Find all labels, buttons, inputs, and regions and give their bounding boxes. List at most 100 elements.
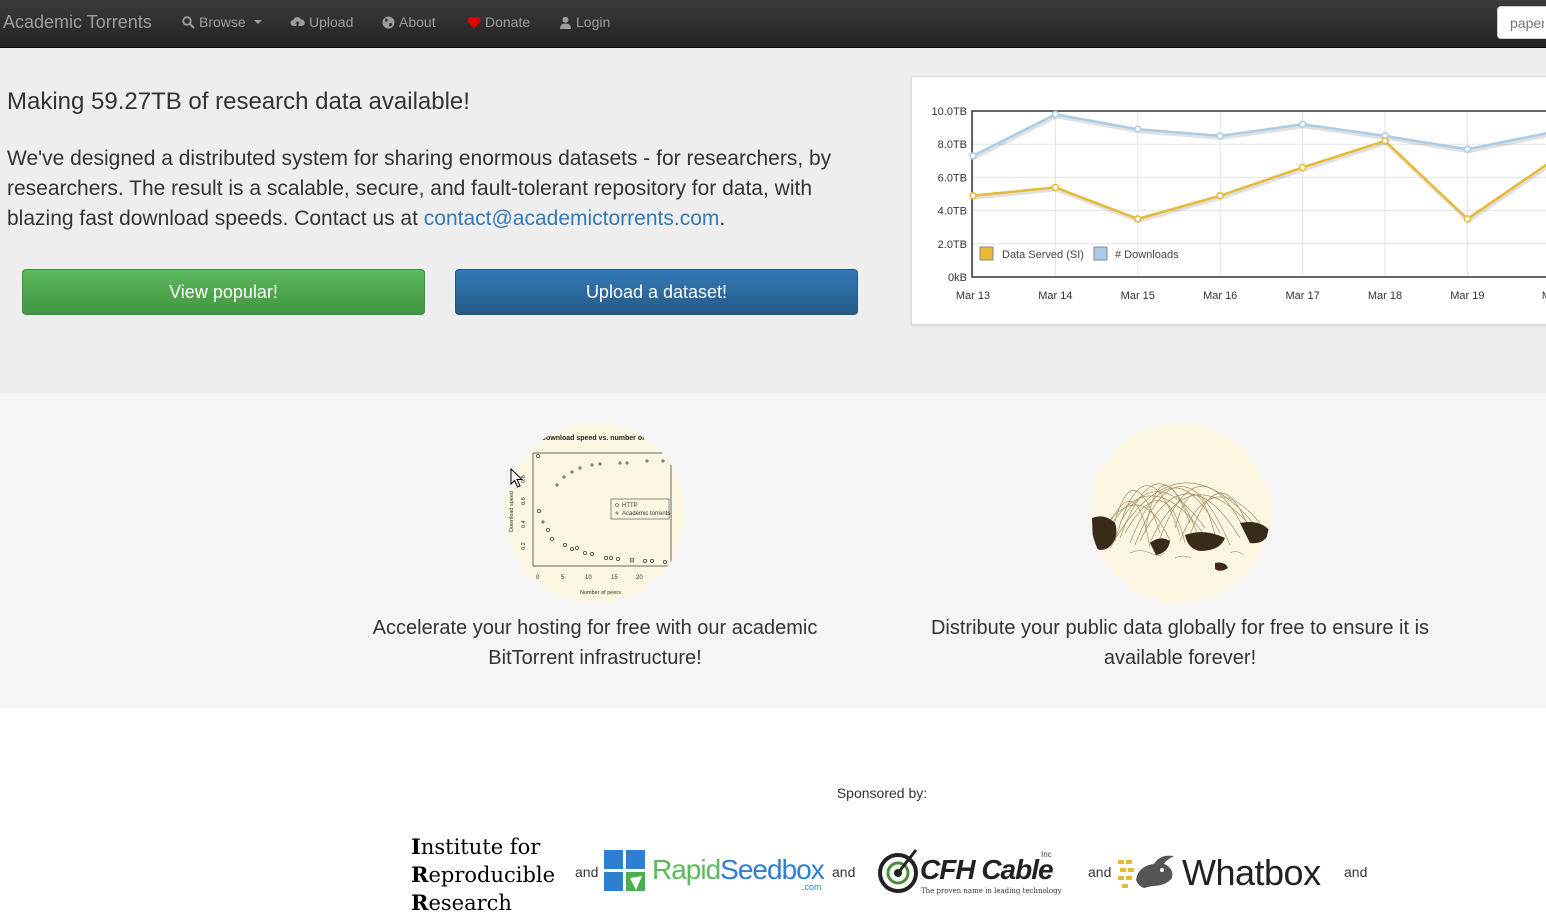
and-separator: and [1088,864,1112,880]
chart-y-tick-label: 0kB [948,272,967,284]
nav-upload[interactable]: Upload [290,14,353,30]
rapidseedbox-logo[interactable]: RapidSeedbox .com [602,848,827,898]
cfh-swirl-icon [878,849,918,893]
nav-about[interactable]: About [382,14,436,30]
whatbox-text: Whatbox [1182,852,1321,893]
chart-data-point [1051,183,1060,192]
mouse-cursor-icon [510,468,524,488]
cfh-tagline: The proven name in leading technology [921,887,1062,895]
hero-headline: Making 59.27TB of research data availabl… [7,88,470,115]
chart-y-tick-label: 8.0TB [938,139,967,151]
stats-chart: 10.0TB 8.0TB 6.0TB 4.0TB 2.0TB 0kB Mar 13 Mar 1… [932,106,1546,302]
chart-x-tick-label: Mar 16 [1203,290,1237,302]
chart-y-tick-label: 2.0TB [938,239,967,251]
chart-x-tick-label: Mar 19 [1450,290,1484,302]
download-speed-plot: Download speed vs. number of HTTP Academ… [509,435,672,596]
whatbox-rabbit-icon [1118,855,1174,888]
chart-x-tick-label: Mar 13 [956,290,990,302]
chart-data-point [969,191,977,200]
irr-logo[interactable]: Institute for Reproducible Research [411,833,555,917]
irr-line-3: esearch [428,891,512,915]
plot-ytick-1: 0.4 [521,520,527,528]
cloud-upload-icon [290,17,305,27]
nav-browse-label: Browse [199,14,246,30]
chart-legend-swatch [1093,246,1108,261]
chart-data-point [1381,137,1389,145]
download-speed-plot-image: Download speed vs. number of HTTP Academ… [505,423,685,603]
plot-ytick-0: 0.2 [521,542,527,550]
nav-about-label: About [399,14,436,30]
view-popular-button[interactable]: View popular! [22,269,425,315]
chart-legend-swatch [979,246,994,261]
plot-xlabel: Number of peers [580,590,621,596]
irr-initial-3: R [411,890,429,915]
plot-xtick-3: 15 [611,575,618,581]
chart-series-line [972,139,1546,221]
chart-data-point [1216,132,1224,140]
nav-login-label: Login [576,14,611,30]
irr-initial-1: I [411,834,421,859]
user-icon [560,16,571,29]
and-separator: and [575,864,599,880]
plot-xtick-0: 0 [536,575,540,581]
chart-x-tick-label: Mar 15 [1121,290,1155,302]
rapidseedbox-text-com: .com [802,882,822,892]
chart-y-tick-label: 10.0TB [932,106,967,118]
upload-dataset-button[interactable]: Upload a dataset! [455,269,858,315]
plot-xtick-2: 10 [585,575,592,581]
heart-icon [467,16,481,28]
chart-legend-label: # Downloads [1115,249,1179,261]
cfh-inc-text: Inc [1041,850,1052,859]
chart-x-tick-label: Mar 14 [1038,290,1072,302]
global-distribution-map-image [1090,423,1270,603]
chart-data-point [1216,191,1224,200]
plot-xtick-1: 5 [561,575,565,581]
chart-x-tick-label: Mar 17 [1285,290,1319,302]
chart-data-point [1463,145,1472,153]
chart-y-tick-label: 4.0TB [938,206,967,218]
plot-ytick-2: 0.6 [521,497,527,505]
global-distribution-map [1092,482,1270,571]
chart-legend-label: Data Served (SI) [1002,249,1084,261]
cfh-cable-text: CFH Cable [920,854,1054,885]
stats-chart-panel: 10.0TB 8.0TB 6.0TB 4.0TB 2.0TB 0kB Mar 13 Mar 1… [911,76,1546,325]
nav-donate[interactable]: Donate [467,14,530,30]
chart-data-point [1463,215,1472,223]
nav-login[interactable]: Login [559,14,610,30]
plot-title: Download speed vs. number of [541,435,645,442]
chart-x-tick-label: Ma [1542,290,1546,302]
chart-series-shadow [973,114,1546,160]
feature-accelerate-text: Accelerate your hosting for free with ou… [372,617,818,669]
nav-upload-label: Upload [309,14,354,30]
plot-xtick-4: 20 [636,575,643,581]
caret-down-icon [253,20,262,24]
rapidseedbox-text-rapid: Rapid [652,854,721,885]
plot-legend-http: HTTP [622,503,638,509]
chart-data-point [1134,215,1142,223]
search-input[interactable] [1497,6,1546,39]
and-separator: and [832,864,856,880]
globe-icon [382,16,395,28]
brand-link[interactable]: Academic Torrents [3,12,152,33]
navbar: Academic Torrents Browse Upload About Do… [0,0,1546,48]
plot-ylabel: Download speed [509,491,515,532]
chart-data-point [1298,120,1307,129]
hero-lead: We've designed a distributed system for … [7,144,857,234]
chart-data-point [1298,163,1307,172]
contact-email-link[interactable]: contact@academictorrents.com [424,207,720,230]
feature-distribute-text: Distribute your public data globally for… [930,617,1430,669]
whatbox-logo[interactable]: Whatbox [1116,850,1341,896]
irr-initial-2: R [411,862,429,887]
rapidseedbox-text-seedbox: Seedbox [720,854,825,885]
nav-donate-label: Donate [485,14,531,30]
chart-x-tick-label: Mar 18 [1368,290,1402,302]
plot-legend-at: Academic torrents [622,511,670,517]
chart-y-tick-label: 6.0TB [938,172,967,184]
nav-browse[interactable]: Browse [182,14,262,30]
chart-data-point [1051,110,1060,119]
irr-line-1: nstitute for [420,835,541,859]
chart-data-point [969,152,977,160]
rapidseedbox-squares-icon [604,850,645,891]
chart-data-point [1134,125,1142,134]
cfh-cable-logo[interactable]: CFH Cable Inc The proven name in leading… [876,848,1062,898]
